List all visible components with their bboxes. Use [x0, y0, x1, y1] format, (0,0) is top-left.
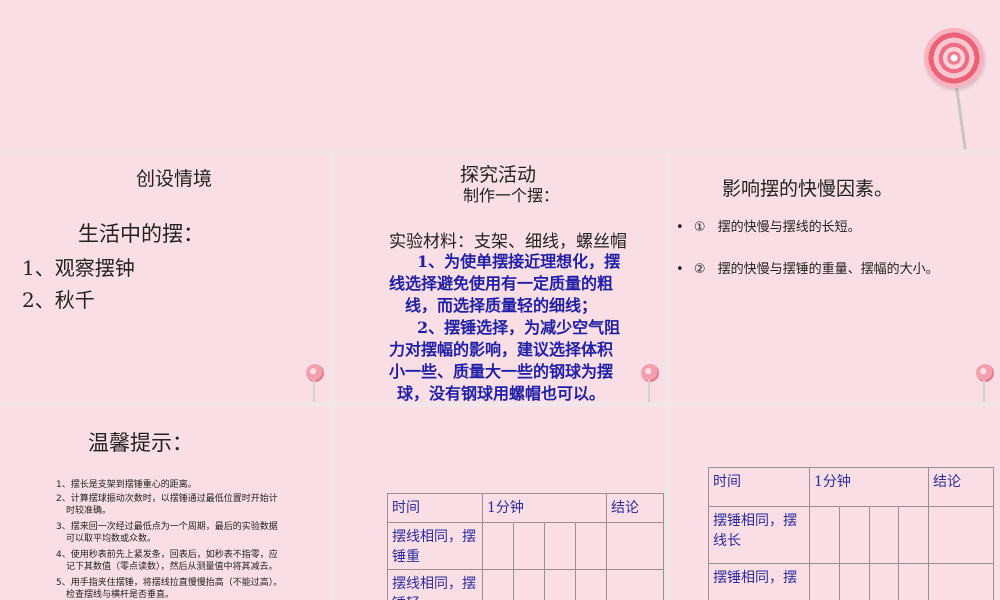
- table-header-row: 时间 1分钟 结论: [708, 467, 994, 507]
- table-cell: [606, 522, 664, 570]
- table-row: 摆锤相同，摆: [708, 563, 994, 600]
- bullet-text: 摆的快慢与摆锤的重量、摆幅的大小。: [717, 262, 939, 277]
- table-cell: [513, 569, 545, 600]
- panel-activity: 探究活动 制作一个摆： 实验材料：支架、细线，螺丝帽 1、为使单摆接近理想化，摆…: [335, 154, 665, 402]
- table-header: 时间: [708, 467, 810, 507]
- table-cell: [928, 563, 994, 600]
- tip-line: 可以取平均数或众数。: [66, 534, 157, 544]
- table-cell: [482, 569, 514, 600]
- method-line: 2、摆锤选择，为减少空气阻: [417, 318, 621, 337]
- list-item: 2、秋千: [22, 288, 95, 312]
- table-cell: 摆线相同，摆锤轻: [387, 569, 483, 600]
- panel-subtitle: 制作一个摆：: [463, 186, 560, 205]
- bullet-item-1: • ① 摆的快慢与摆线的长短。: [676, 216, 861, 235]
- panel-title: 影响摆的快慢因素。: [722, 178, 894, 200]
- panel-title: 创设情境: [136, 168, 213, 190]
- bullet-dot: •: [676, 262, 684, 277]
- data-table: 时间 1分钟 结论 摆线相同，摆锤重 摆线相同，摆锤轻: [387, 493, 664, 600]
- table-cell: [544, 522, 576, 570]
- table-cell: [809, 563, 840, 600]
- panel-table-2: 时间 1分钟 结论 摆锤相同，摆线长 摆锤相同，摆: [670, 407, 1000, 600]
- table-cell: [606, 569, 664, 600]
- table-header: 结论: [606, 493, 664, 523]
- method-line: 线，而选择质量轻的细线；: [405, 296, 598, 315]
- table-header: 1分钟: [809, 467, 929, 507]
- table-cell: [928, 506, 994, 564]
- panel-subtitle: 生活中的摆：: [78, 222, 204, 246]
- list-item: 1、观察摆钟: [22, 256, 135, 280]
- table-cell: [513, 522, 545, 570]
- tip-line: 时较准确。: [66, 506, 112, 516]
- method-line: 球，没有钢球用螺帽也可以。: [397, 384, 606, 402]
- title-band: [0, 0, 1000, 150]
- mini-lollipop-icon: [976, 364, 994, 382]
- table-row: 摆线相同，摆锤重: [387, 522, 664, 570]
- table-cell: [809, 506, 840, 564]
- panel-factors: 影响摆的快慢因素。 • ① 摆的快慢与摆线的长短。 • ② 摆的快慢与摆锤的重量…: [670, 154, 1000, 402]
- table-cell: [544, 569, 576, 600]
- data-table: 时间 1分钟 结论 摆锤相同，摆线长 摆锤相同，摆: [708, 467, 994, 600]
- table-cell: [898, 506, 929, 564]
- table-row: 摆线相同，摆锤轻: [387, 569, 664, 600]
- table-cell: [898, 563, 929, 600]
- method-line: 线选择避免使用有一定质量的粗: [389, 274, 614, 293]
- mini-lollipop-icon: [641, 364, 659, 382]
- panel-tips: 温馨提示： 1、摆长是支架到摆锤重心的距离。 2、计算摆球振动次数时，以摆锤通过…: [0, 407, 330, 600]
- tip-line: 检查摆线与横杆是否垂直。: [66, 590, 175, 600]
- table-cell: [575, 522, 607, 570]
- bullet-number: ①: [693, 220, 706, 235]
- bullet-text: 摆的快慢与摆线的长短。: [717, 220, 861, 235]
- table-cell: [575, 569, 607, 600]
- method-line: 小一些、质量大一些的钢球为摆: [389, 362, 614, 381]
- table-header-row: 时间 1分钟 结论: [387, 493, 664, 523]
- table-cell: [838, 563, 870, 600]
- table-cell: 摆线相同，摆锤重: [387, 522, 483, 570]
- table-header: 1分钟: [482, 493, 607, 523]
- bullet-dot: •: [676, 220, 684, 235]
- bullet-item-2: • ② 摆的快慢与摆锤的重量、摆幅的大小。: [676, 258, 939, 277]
- bullet-number: ②: [693, 262, 706, 277]
- panel-title: 温馨提示：: [88, 431, 193, 455]
- table-row: 摆锤相同，摆线长: [708, 506, 994, 564]
- method-line: 1、为使单摆接近理想化，摆: [417, 252, 621, 271]
- mini-lollipop-icon: [306, 364, 324, 382]
- lollipop-decoration: [918, 24, 988, 154]
- table-header: 时间: [387, 493, 483, 523]
- tip-line: 记下其数值（零点读数），然后从测量值中将其减去。: [66, 562, 278, 572]
- table-cell: [482, 522, 514, 570]
- method-line: 力对摆幅的影响，建议选择体积: [389, 340, 614, 359]
- table-cell: [838, 506, 870, 564]
- table-cell: 摆锤相同，摆线长: [708, 506, 810, 564]
- table-cell: [868, 506, 900, 564]
- table-cell: [868, 563, 900, 600]
- panel-scenario: 创设情境 生活中的摆： 1、观察摆钟 2、秋千: [0, 154, 330, 402]
- tip-line: 1、摆长是支架到摆锤重心的距离。: [56, 480, 197, 490]
- table-cell: 摆锤相同，摆: [708, 563, 810, 600]
- panel-table-1: 时间 1分钟 结论 摆线相同，摆锤重 摆线相同，摆锤轻: [335, 407, 665, 600]
- table-header: 结论: [928, 467, 994, 507]
